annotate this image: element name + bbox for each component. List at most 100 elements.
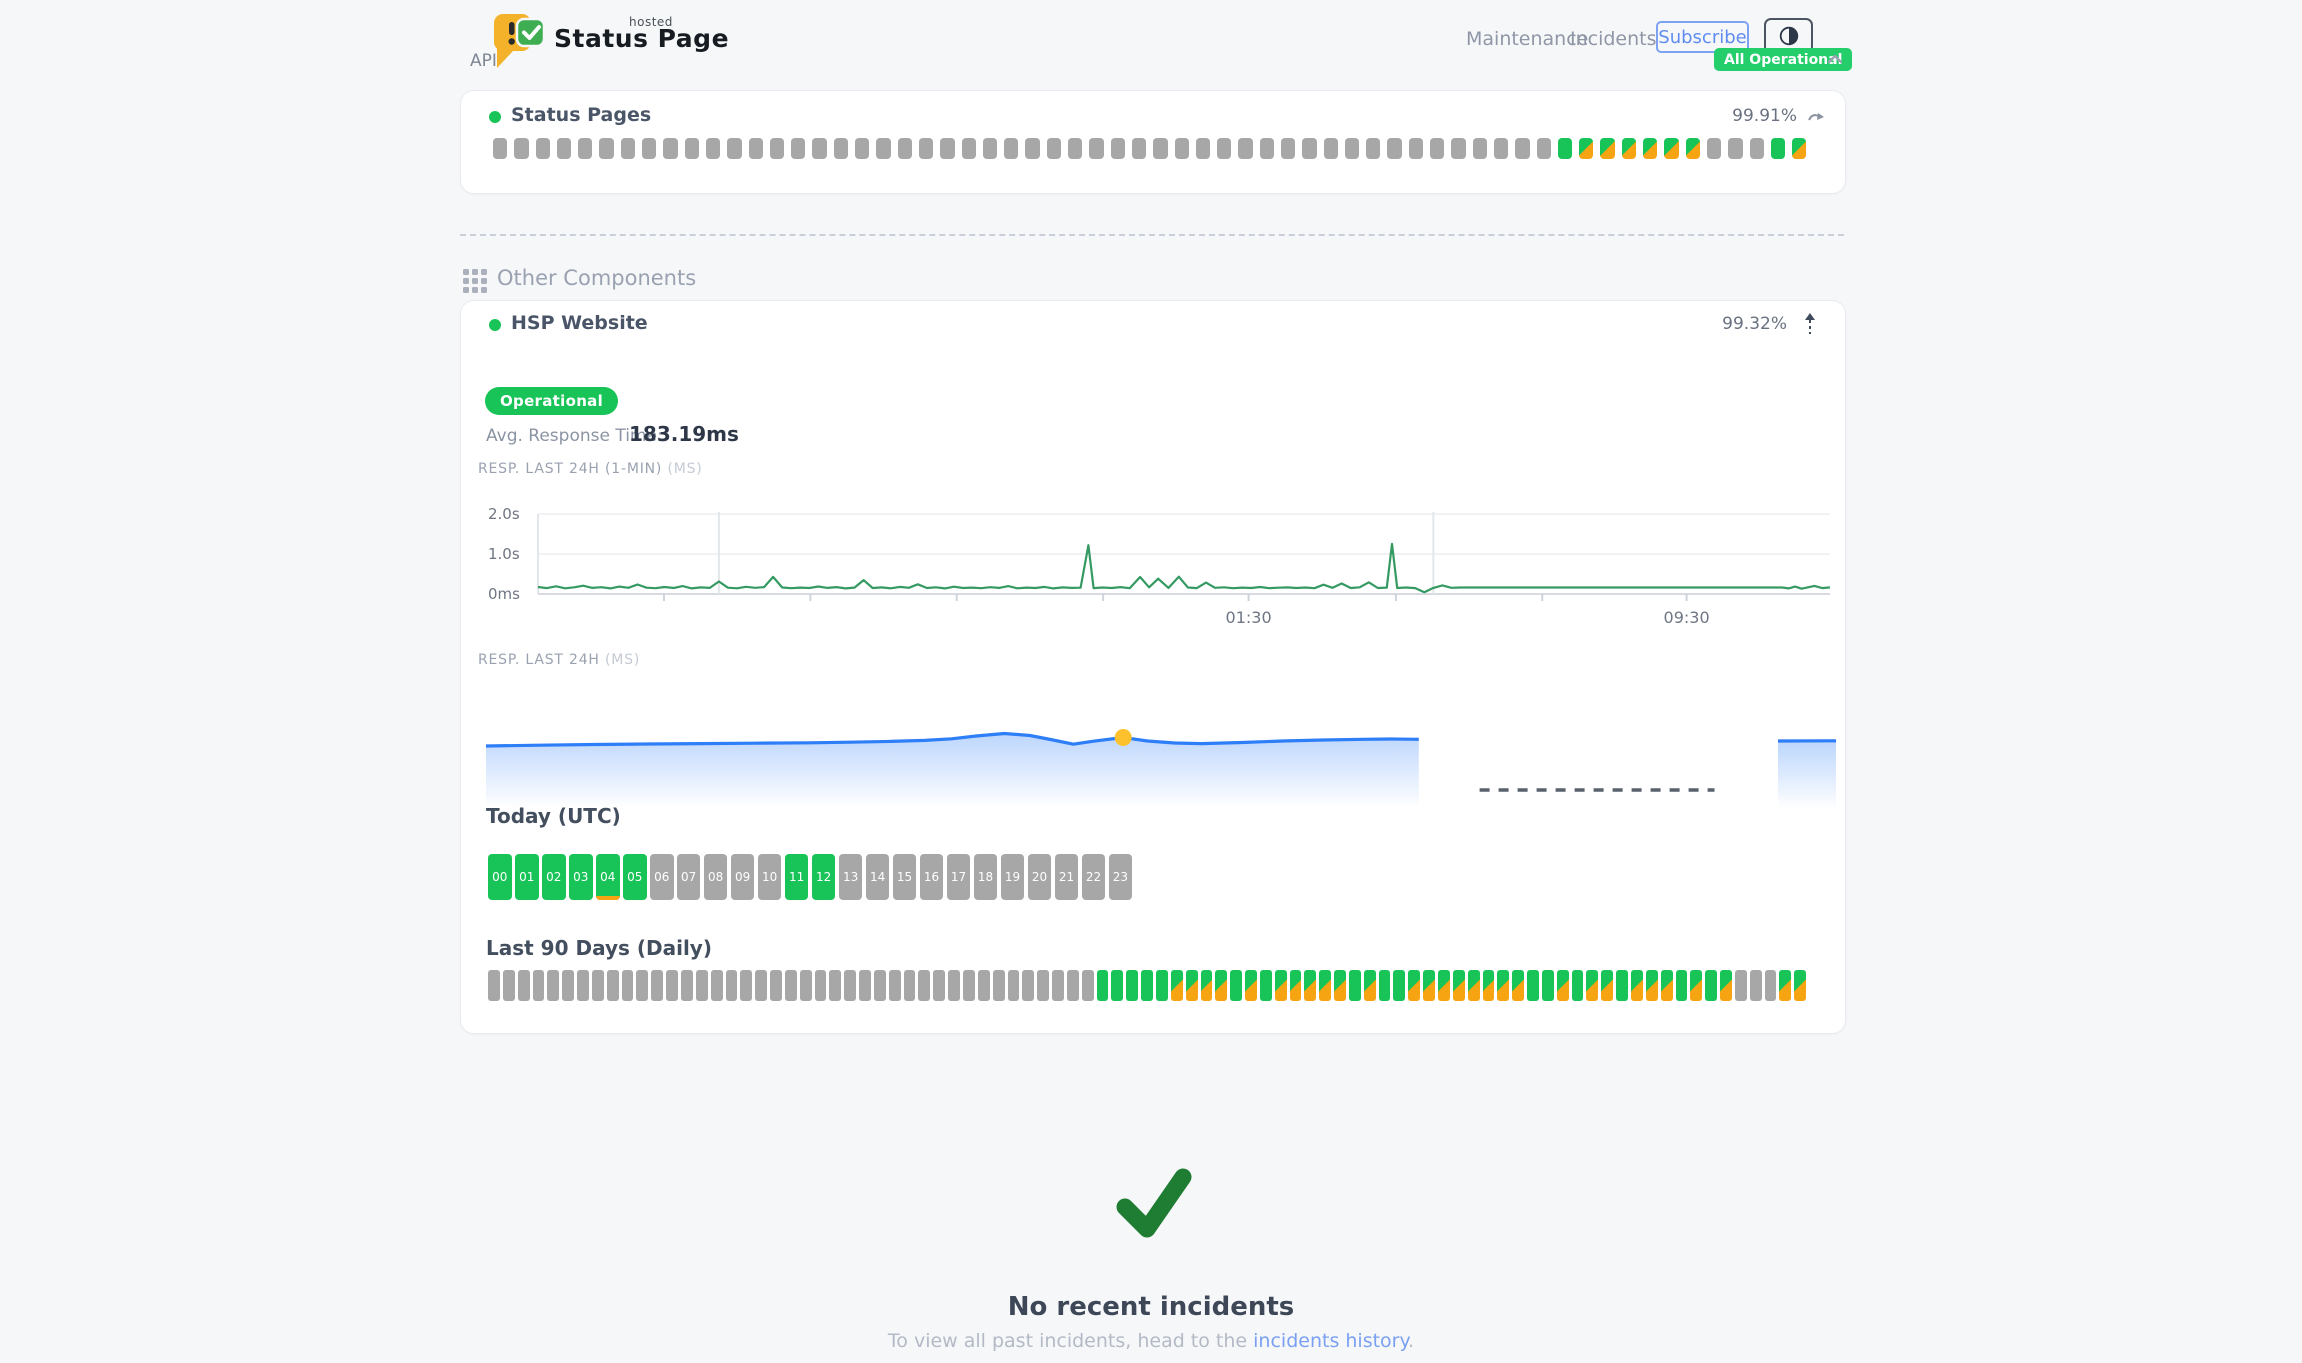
hour-block[interactable]: 00 (488, 854, 512, 900)
uptime-bar[interactable] (1542, 970, 1554, 1001)
uptime-bar[interactable] (1557, 970, 1569, 1001)
uptime-bar[interactable] (651, 970, 663, 1001)
uptime-bar[interactable] (488, 970, 500, 1001)
hour-block[interactable]: 11 (785, 854, 809, 900)
uptime-bar[interactable] (1451, 138, 1465, 159)
uptime-bar[interactable] (770, 138, 784, 159)
uptime-bar[interactable] (547, 970, 559, 1001)
uptime-bar[interactable] (770, 970, 782, 1001)
uptime-bar[interactable] (1750, 138, 1764, 159)
hour-block[interactable]: 05 (623, 854, 647, 900)
uptime-bar[interactable] (599, 138, 613, 159)
uptime-bar[interactable] (1201, 970, 1213, 1001)
uptime-bar[interactable] (1186, 970, 1198, 1001)
uptime-bar[interactable] (1512, 970, 1524, 1001)
uptime-bar[interactable] (1393, 970, 1405, 1001)
uptime-bar[interactable] (1707, 138, 1721, 159)
hour-block[interactable]: 09 (731, 854, 755, 900)
uptime-bar[interactable] (740, 970, 752, 1001)
uptime-bar[interactable] (1304, 970, 1316, 1001)
uptime-bar[interactable] (1275, 970, 1287, 1001)
uptime-bar[interactable] (1217, 138, 1231, 159)
uptime-bar[interactable] (706, 138, 720, 159)
uptime-bar[interactable] (536, 138, 550, 159)
uptime-bar[interactable] (1156, 970, 1168, 1001)
hour-block[interactable]: 03 (569, 854, 593, 900)
uptime-bar[interactable] (1111, 138, 1125, 159)
uptime-bar[interactable] (1616, 970, 1628, 1001)
incidents-history-link[interactable]: incidents history (1253, 1330, 1408, 1352)
uptime-bar[interactable] (663, 138, 677, 159)
uptime-bar[interactable] (1132, 138, 1146, 159)
uptime-bar[interactable] (503, 970, 515, 1001)
uptime-bar[interactable] (898, 138, 912, 159)
uptime-bar[interactable] (533, 970, 545, 1001)
uptime-bar[interactable] (1453, 970, 1465, 1001)
uptime-bar[interactable] (1572, 970, 1584, 1001)
uptime-bar[interactable] (1319, 970, 1331, 1001)
uptime-bar[interactable] (829, 970, 841, 1001)
uptime-bar[interactable] (727, 138, 741, 159)
uptime-bar[interactable] (1126, 970, 1138, 1001)
uptime-bar[interactable] (800, 970, 812, 1001)
uptime-bar[interactable] (514, 138, 528, 159)
uptime-bar[interactable] (1497, 970, 1509, 1001)
uptime-bar[interactable] (1215, 970, 1227, 1001)
hour-block[interactable]: 12 (812, 854, 836, 900)
uptime-bar[interactable] (578, 138, 592, 159)
uptime-bar[interactable] (1423, 970, 1435, 1001)
uptime-bar[interactable] (859, 970, 871, 1001)
uptime-bar[interactable] (1643, 138, 1657, 159)
uptime-bar[interactable] (933, 970, 945, 1001)
uptime-bar[interactable] (1260, 138, 1274, 159)
uptime-bar[interactable] (1558, 138, 1572, 159)
uptime-bar[interactable] (948, 970, 960, 1001)
uptime-bar[interactable] (642, 138, 656, 159)
uptime-bar[interactable] (592, 970, 604, 1001)
uptime-bar[interactable] (1438, 970, 1450, 1001)
hour-block[interactable]: 17 (947, 854, 971, 900)
uptime-bar[interactable] (1728, 138, 1742, 159)
uptime-bar[interactable] (1409, 138, 1423, 159)
hour-block[interactable]: 18 (974, 854, 998, 900)
hour-block[interactable]: 14 (866, 854, 890, 900)
uptime-bar[interactable] (493, 138, 507, 159)
uptime-bar[interactable] (919, 138, 933, 159)
uptime-bar[interactable] (1664, 138, 1678, 159)
uptime-bar[interactable] (1690, 970, 1702, 1001)
hour-block[interactable]: 22 (1082, 854, 1106, 900)
uptime-bar[interactable] (855, 138, 869, 159)
uptime-bar[interactable] (1175, 138, 1189, 159)
uptime-bar[interactable] (622, 970, 634, 1001)
uptime-bar[interactable] (607, 970, 619, 1001)
uptime-bar[interactable] (562, 970, 574, 1001)
uptime-bar[interactable] (785, 970, 797, 1001)
uptime-bar[interactable] (1430, 138, 1444, 159)
uptime-bar[interactable] (1720, 970, 1732, 1001)
uptime-bar[interactable] (1349, 970, 1361, 1001)
uptime-bar[interactable] (1765, 970, 1777, 1001)
uptime-bar[interactable] (904, 970, 916, 1001)
uptime-bar[interactable] (1281, 138, 1295, 159)
uptime-bar[interactable] (1686, 138, 1700, 159)
uptime-bar[interactable] (1067, 970, 1079, 1001)
uptime-bar[interactable] (844, 970, 856, 1001)
uptime-bar[interactable] (726, 970, 738, 1001)
uptime-bar[interactable] (812, 138, 826, 159)
uptime-bar[interactable] (1579, 138, 1593, 159)
uptime-bar[interactable] (874, 970, 886, 1001)
uptime-bar[interactable] (1771, 138, 1785, 159)
uptime-bar[interactable] (1008, 970, 1020, 1001)
uptime-bar[interactable] (962, 138, 976, 159)
uptime-bar[interactable] (1111, 970, 1123, 1001)
uptime-bar[interactable] (1779, 970, 1791, 1001)
uptime-bar[interactable] (1290, 970, 1302, 1001)
uptime-bar[interactable] (1631, 970, 1643, 1001)
hour-block[interactable]: 06 (650, 854, 674, 900)
uptime-bar[interactable] (1025, 138, 1039, 159)
uptime-bar[interactable] (1387, 138, 1401, 159)
uptime-bar[interactable] (1141, 970, 1153, 1001)
nav-incidents[interactable]: Incidents (1570, 28, 1657, 50)
uptime-bar[interactable] (557, 138, 571, 159)
uptime-bar[interactable] (978, 970, 990, 1001)
